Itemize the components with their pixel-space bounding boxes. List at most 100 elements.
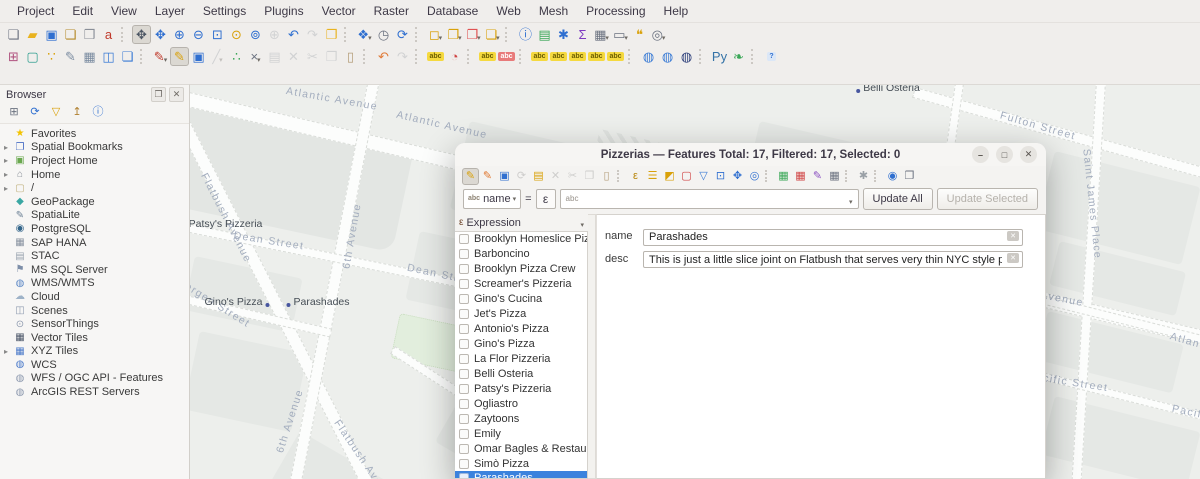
menu-plugins[interactable]: Plugins: [255, 2, 312, 20]
feature-list-item[interactable]: Antonio's Pizza: [455, 322, 587, 337]
show-layout-manager-icon[interactable]: ❒: [80, 25, 99, 44]
update-all-button[interactable]: Update All: [862, 187, 933, 210]
dlg-delete-field-icon[interactable]: ▦: [792, 168, 809, 185]
clear-field-icon[interactable]: ✕: [1007, 253, 1019, 263]
zoom-out-icon[interactable]: ⊖: [189, 25, 208, 44]
digitize-with-segment-icon[interactable]: ╱ ▾: [208, 47, 227, 66]
layer-diagram-icon[interactable]: ◔: [445, 47, 464, 66]
new-shapefile-layer-icon[interactable]: ∵: [42, 47, 61, 66]
dialog-titlebar[interactable]: Pizzerias — Features Total: 17, Filtered…: [455, 143, 1046, 166]
browser-item-sap-hana[interactable]: ▦ SAP HANA: [0, 236, 189, 250]
feature-list-item[interactable]: La Flor Pizzeria: [455, 352, 587, 367]
measure-icon[interactable]: ▭ ▾: [611, 25, 630, 44]
browser-filter-icon[interactable]: ▽: [48, 104, 64, 120]
copy-features-icon[interactable]: ❐: [322, 47, 341, 66]
new-print-layout-icon[interactable]: ❏: [61, 25, 80, 44]
feature-checkbox[interactable]: [459, 428, 469, 439]
pan-map-icon[interactable]: ✥: [132, 24, 151, 44]
browser-item-scenes[interactable]: ◫ Scenes: [0, 304, 189, 318]
menu-web[interactable]: Web: [487, 2, 529, 20]
layer-labeling-icon[interactable]: abc: [426, 47, 445, 66]
dlg-save-edits-icon[interactable]: ▣: [496, 168, 513, 185]
dlg-filter-features-icon[interactable]: ▽: [695, 168, 712, 185]
feature-checkbox[interactable]: [459, 398, 469, 409]
dlg-invert-selection-icon[interactable]: ◩: [661, 168, 678, 185]
expression-input[interactable]: abc ▾: [559, 188, 859, 209]
browser-item-vector-tiles[interactable]: ▦ Vector Tiles: [0, 331, 189, 345]
feature-checkbox[interactable]: [459, 294, 469, 305]
feature-checkbox[interactable]: [459, 443, 469, 454]
current-edits-icon[interactable]: ✎ ▾: [151, 47, 170, 66]
menu-edit[interactable]: Edit: [63, 2, 102, 20]
menu-project[interactable]: Project: [8, 2, 63, 20]
menu-raster[interactable]: Raster: [365, 2, 418, 20]
save-project-icon[interactable]: ▣: [42, 25, 61, 44]
vertex-tool-icon[interactable]: × ▾: [246, 47, 265, 66]
new-mesh-layer-icon[interactable]: ▦: [80, 47, 99, 66]
dlg-flash-features-icon[interactable]: ◎: [746, 168, 763, 185]
menu-database[interactable]: Database: [418, 2, 487, 20]
minimize-icon[interactable]: –: [972, 146, 989, 163]
move-label-icon[interactable]: abc: [530, 47, 549, 66]
feature-checkbox[interactable]: [459, 264, 469, 275]
spatial-bookmarks-icon[interactable]: ❖ ▾: [355, 25, 374, 44]
select-by-location-icon[interactable]: ❏ ▾: [483, 25, 502, 44]
dlg-deselect-all-icon[interactable]: ▢: [678, 168, 695, 185]
menu-layer[interactable]: Layer: [146, 2, 194, 20]
browser-item-stac[interactable]: ▤ STAC: [0, 249, 189, 263]
browser-item-wcs[interactable]: ◍ WCS: [0, 358, 189, 372]
toggle-editing-icon[interactable]: ✎: [170, 46, 189, 66]
feature-checkbox[interactable]: [459, 279, 469, 290]
expand-arrow-icon[interactable]: ▸: [4, 170, 13, 179]
modify-attributes-icon[interactable]: ▤: [265, 47, 284, 66]
browser-item-spatialite[interactable]: ✎ SpatiaLite: [0, 209, 189, 223]
feature-list-item[interactable]: Zaytoons: [455, 411, 587, 426]
menu-help[interactable]: Help: [655, 2, 698, 20]
dlg-zoom-to-selection-icon[interactable]: ⊡: [712, 168, 729, 185]
paste-features-icon[interactable]: ▯: [341, 47, 360, 66]
feature-checkbox[interactable]: [459, 368, 469, 379]
menu-mesh[interactable]: Mesh: [530, 2, 577, 20]
browser-add-layers-icon[interactable]: ⊞: [6, 104, 22, 120]
feature-checkbox[interactable]: [459, 249, 469, 260]
new-spatialite-layer-icon[interactable]: ✎: [61, 47, 80, 66]
temporal-controller-icon[interactable]: ◷: [374, 25, 393, 44]
dlg-pan-to-selection-icon[interactable]: ✥: [729, 168, 746, 185]
feature-checkbox[interactable]: [459, 473, 469, 478]
zoom-next-icon[interactable]: ↷: [303, 25, 322, 44]
dlg-multiedit-attributes-icon[interactable]: ✎: [479, 168, 496, 185]
browser-refresh-icon[interactable]: ⟳: [27, 104, 43, 120]
pin-labels-icon[interactable]: abc: [478, 47, 497, 66]
feature-list-item[interactable]: Omar Bagles & Restaurant: [455, 441, 587, 456]
processing-toolbox-icon[interactable]: ✱: [554, 25, 573, 44]
new-project-icon[interactable]: ❏: [4, 25, 23, 44]
dlg-field-calculator-icon[interactable]: ✎: [809, 168, 826, 185]
maximize-icon[interactable]: □: [996, 146, 1013, 163]
menu-settings[interactable]: Settings: [194, 2, 255, 20]
browser-item-sensorthings[interactable]: ⊙ SensorThings: [0, 317, 189, 331]
dlg-copy-features-icon[interactable]: ❐: [581, 168, 598, 185]
browser-collapse-all-icon[interactable]: ↥: [69, 104, 85, 120]
change-label-icon[interactable]: abc: [587, 47, 606, 66]
feature-list-item[interactable]: Brooklyn Homeslice Pizzeria: [455, 232, 587, 247]
map-tips-icon[interactable]: ❝: [630, 25, 649, 44]
browser-item-project-home[interactable]: ▸ ▣ Project Home: [0, 154, 189, 168]
chevron-down-icon[interactable]: ▾: [849, 198, 853, 208]
dlg-new-field-icon[interactable]: ▦: [775, 168, 792, 185]
redo-icon[interactable]: ↷: [393, 47, 412, 66]
menu-processing[interactable]: Processing: [577, 2, 654, 20]
highlight-pinned-labels-icon[interactable]: abc: [497, 47, 516, 66]
feature-list-item[interactable]: Patsy's Pizzeria: [455, 381, 587, 396]
cut-features-icon[interactable]: ✂: [303, 47, 322, 66]
dlg-dock-attribute-view-icon[interactable]: ❐: [901, 168, 918, 185]
name-field[interactable]: [643, 228, 1023, 246]
expand-arrow-icon[interactable]: ▸: [4, 184, 13, 193]
menu-vector[interactable]: Vector: [313, 2, 365, 20]
menu-view[interactable]: View: [102, 2, 146, 20]
feature-list-item[interactable]: Screamer's Pizzeria: [455, 277, 587, 292]
dlg-cut-features-icon[interactable]: ✂: [564, 168, 581, 185]
delete-selected-icon[interactable]: ✕: [284, 47, 303, 66]
expression-builder-button[interactable]: ε: [535, 188, 556, 209]
browser-item-cloud[interactable]: ☁ Cloud: [0, 290, 189, 304]
dlg-select-by-expression-icon[interactable]: ε: [627, 168, 644, 185]
